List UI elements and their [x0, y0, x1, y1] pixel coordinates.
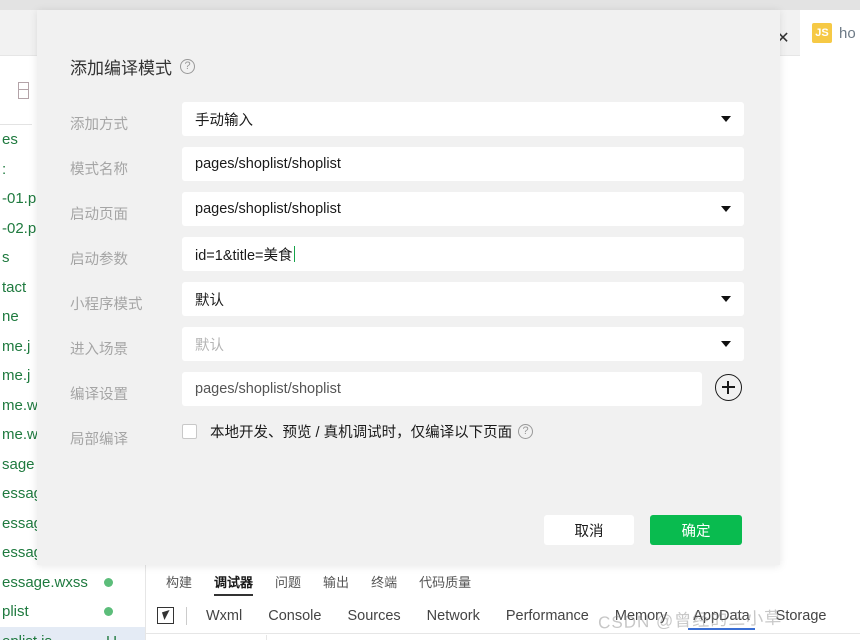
- dialog-footer: 取消 确定: [37, 515, 780, 555]
- field-row-miniprogram-mode: 小程序模式 默认: [37, 282, 780, 327]
- file-name: me.w: [2, 396, 38, 414]
- question-mark-icon[interactable]: ?: [518, 424, 534, 439]
- list-item[interactable]: oplist.js U: [0, 626, 145, 640]
- label-start-page: 启动页面: [70, 207, 128, 223]
- field-row-enter-scene: 进入场景 默认: [37, 327, 780, 372]
- add-compile-mode-dialog: 添加编译模式 ? 添加方式 手动输入 模式名称 pages/shoplist/s…: [37, 10, 780, 565]
- start-params-value: id=1&title=美食: [195, 247, 293, 264]
- label-enter-scene: 进入场景: [70, 342, 128, 358]
- question-mark-icon[interactable]: ?: [180, 59, 195, 74]
- js-file-icon: JS: [812, 23, 832, 43]
- miniprogram-mode-value: 默认: [195, 292, 224, 309]
- devtools-panel-tabbar[interactable]: Wxml Console Sources Network Performance Memo…: [146, 598, 860, 634]
- label-mode-name: 模式名称: [70, 162, 128, 178]
- devtools-tabbar[interactable]: 构建 调试器 问题 输出 终端 代码质量: [146, 565, 471, 598]
- file-name: sage: [2, 455, 35, 473]
- chevron-down-icon: [721, 116, 731, 122]
- page-path-value: pages/shoplist/shoplist: [195, 381, 341, 397]
- panel-tab-sources[interactable]: Sources: [334, 598, 413, 634]
- panel-tab-list: Wxml Console Sources Network Performance Memo…: [193, 598, 839, 634]
- file-name: -02.p: [2, 219, 37, 237]
- chevron-down-icon: [721, 296, 731, 302]
- plus-circle-icon[interactable]: [715, 374, 742, 401]
- mode-name-input[interactable]: pages/shoplist/shoplist: [182, 147, 744, 181]
- chevron-down-icon: [721, 341, 731, 347]
- file-name: tact: [2, 278, 27, 296]
- mode-name-value: pages/shoplist/shoplist: [195, 156, 341, 172]
- panel-tab-performance[interactable]: Performance: [493, 598, 602, 634]
- label-add-mode: 添加方式: [70, 117, 128, 133]
- status-dot-icon: [104, 577, 113, 587]
- partial-compile-checkbox-row[interactable]: 本地开发、预览 / 真机调试时，仅编译以下页面 ?: [182, 421, 534, 442]
- file-name: ne: [2, 308, 19, 326]
- field-row-start-page: 启动页面 pages/shoplist/shoplist: [37, 192, 780, 237]
- panel-tab-storage[interactable]: Storage: [763, 598, 840, 634]
- partial-compile-checkbox[interactable]: [182, 424, 197, 439]
- start-params-input[interactable]: id=1&title=美食: [182, 237, 744, 271]
- file-tab-label: ho: [839, 24, 856, 42]
- devtools-panel: 构建 调试器 问题 输出 终端 代码质量 Wxml Console Sources Networ…: [145, 565, 860, 640]
- page-title: 添加编译模式: [70, 59, 172, 78]
- start-page-value: pages/shoplist/shoplist: [195, 201, 341, 217]
- file-name: me.w: [2, 426, 38, 444]
- partial-compile-label: 本地开发、预览 / 真机调试时，仅编译以下页面: [210, 425, 513, 441]
- enter-scene-select[interactable]: 默认: [182, 327, 744, 361]
- field-row-partial-compile: 局部编译 本地开发、预览 / 真机调试时，仅编译以下页面 ?: [37, 417, 780, 462]
- inspect-element-icon[interactable]: [156, 605, 178, 627]
- devtools-tab[interactable]: 代码质量: [419, 565, 471, 598]
- chevron-down-icon: [721, 206, 731, 212]
- devtools-column-separator: [266, 635, 267, 640]
- dialog-title-row: 添加编译模式 ?: [70, 54, 195, 79]
- partial-compile-label-wrap: 本地开发、预览 / 真机调试时，仅编译以下页面 ?: [210, 421, 534, 442]
- file-name: es: [2, 131, 18, 149]
- start-page-select[interactable]: pages/shoplist/shoplist: [182, 192, 744, 226]
- sidebar-toggle-icon[interactable]: [18, 82, 32, 100]
- devtools-tab[interactable]: 调试器: [214, 565, 254, 598]
- label-partial-compile: 局部编译: [70, 432, 128, 448]
- enter-scene-placeholder: 默认: [195, 337, 224, 354]
- toolbar-separator: [186, 606, 187, 625]
- panel-tab-appdata[interactable]: AppData: [680, 598, 762, 634]
- add-mode-value: 手动输入: [195, 112, 253, 129]
- devtools-content: [146, 635, 860, 640]
- file-name: essage.wxss: [2, 573, 88, 591]
- file-name: plist: [2, 603, 29, 621]
- confirm-button[interactable]: 确定: [650, 515, 742, 545]
- window-top-strip: [0, 0, 860, 10]
- field-row-add-mode: 添加方式 手动输入: [37, 102, 780, 147]
- field-row-mode-name: 模式名称 pages/shoplist/shoplist: [37, 147, 780, 192]
- status-badge: U: [106, 633, 117, 640]
- file-name: me.j: [2, 367, 31, 385]
- file-name: :: [2, 160, 7, 178]
- field-row-start-params: 启动参数 id=1&title=美食: [37, 237, 780, 282]
- editor-file-tab[interactable]: JS ho: [800, 10, 860, 56]
- panel-tab-wxml[interactable]: Wxml: [193, 598, 255, 634]
- miniprogram-mode-select[interactable]: 默认: [182, 282, 744, 316]
- list-item[interactable]: essage.wxss: [0, 568, 145, 598]
- list-item[interactable]: plist: [0, 597, 145, 627]
- file-name: me.j: [2, 337, 31, 355]
- page-list-row: pages/shoplist/shoplist: [37, 372, 780, 412]
- panel-tab-memory[interactable]: Memory: [602, 598, 680, 634]
- page-path-input[interactable]: pages/shoplist/shoplist: [182, 372, 702, 406]
- text-cursor: [293, 246, 296, 262]
- file-name: oplist.js: [2, 633, 52, 640]
- devtools-tab[interactable]: 构建: [166, 565, 192, 598]
- devtools-tab[interactable]: 输出: [323, 565, 349, 598]
- label-miniprogram-mode: 小程序模式: [70, 297, 143, 313]
- cancel-button[interactable]: 取消: [544, 515, 634, 545]
- panel-tab-console[interactable]: Console: [255, 598, 334, 634]
- devtools-tab[interactable]: 问题: [275, 565, 301, 598]
- add-mode-select[interactable]: 手动输入: [182, 102, 744, 136]
- label-start-params: 启动参数: [70, 252, 128, 268]
- explorer-header: [0, 56, 32, 124]
- devtools-tab[interactable]: 终端: [371, 565, 397, 598]
- file-name: s: [2, 249, 10, 267]
- status-dot-icon: [104, 607, 113, 617]
- app-root: ✕ JS ho es: -01.p -02.p s tact ne me.j me.j me.w…: [0, 0, 860, 640]
- panel-tab-network[interactable]: Network: [414, 598, 493, 634]
- file-name: -01.p: [2, 190, 37, 208]
